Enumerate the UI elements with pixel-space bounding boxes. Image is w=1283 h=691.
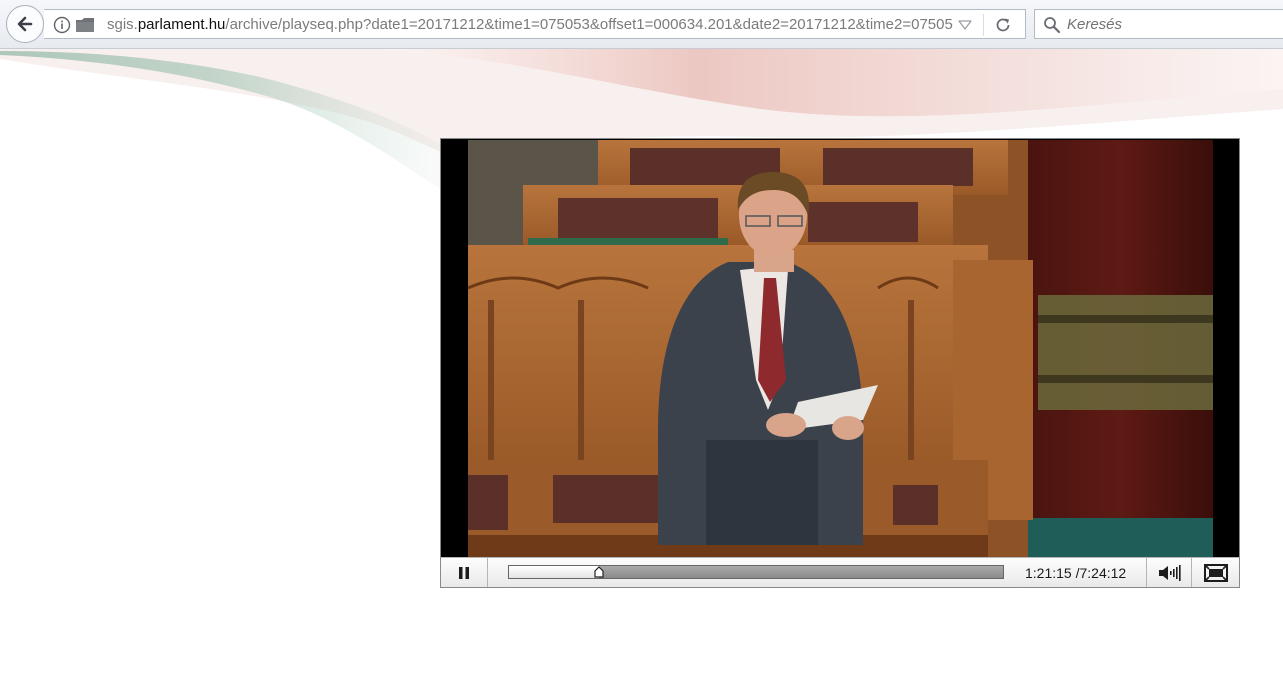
video-player[interactable]: 1:21:15 /7:24:12	[440, 138, 1240, 588]
time-readout: 1:21:15 /7:24:12	[1025, 565, 1145, 581]
seek-progress	[509, 566, 600, 578]
page-icon[interactable]	[75, 16, 95, 34]
volume-icon	[1159, 564, 1181, 581]
back-button[interactable]	[6, 5, 44, 43]
dropdown-arrow-icon[interactable]	[957, 18, 973, 32]
url-text[interactable]: sgis.parlament.hu/archive/playseq.php?da…	[107, 16, 953, 34]
total-time: 7:24:12	[1079, 565, 1127, 581]
browser-toolbar: sgis.parlament.hu/archive/playseq.php?da…	[0, 0, 1283, 49]
address-bar[interactable]: sgis.parlament.hu/archive/playseq.php?da…	[44, 9, 1026, 39]
pause-button[interactable]	[441, 558, 488, 587]
url-host: parlament.hu	[137, 16, 226, 33]
player-controls: 1:21:15 /7:24:12	[441, 557, 1239, 587]
info-icon[interactable]	[53, 16, 71, 34]
seek-bar[interactable]	[508, 565, 1004, 579]
video-frame[interactable]	[468, 140, 1213, 557]
volume-button[interactable]	[1146, 558, 1192, 587]
address-bar-divider	[983, 14, 984, 36]
reload-icon[interactable]	[993, 15, 1013, 35]
url-path: /archive/playseq.php?date1=20171212&time…	[225, 16, 953, 33]
current-time: 1:21:15	[1025, 565, 1072, 581]
search-input[interactable]	[1067, 13, 1267, 35]
back-arrow-icon	[17, 16, 33, 32]
pause-icon	[459, 566, 469, 579]
fullscreen-button[interactable]	[1192, 558, 1239, 587]
fullscreen-icon	[1203, 563, 1228, 582]
url-prefix: sgis.	[107, 16, 138, 33]
search-icon	[1044, 17, 1061, 34]
search-bar[interactable]	[1034, 9, 1283, 39]
time-separator: /	[1071, 565, 1080, 581]
seek-handle[interactable]	[594, 566, 604, 578]
